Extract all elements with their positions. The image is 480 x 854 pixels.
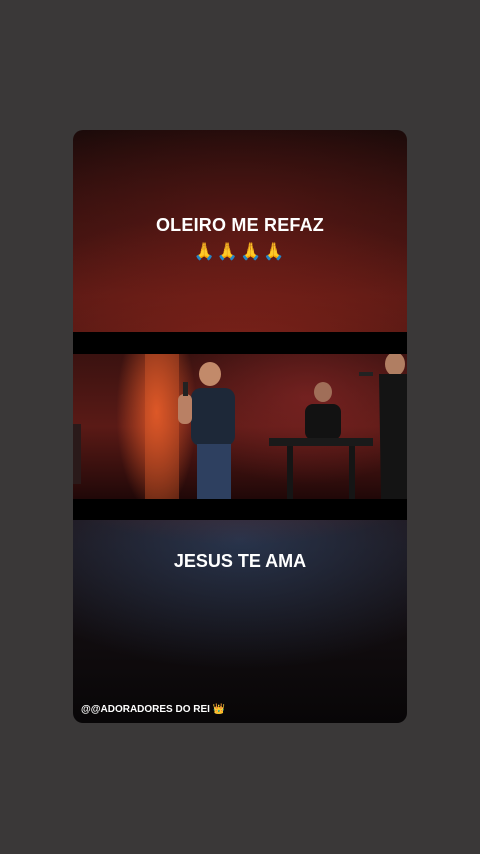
story-card: OLEIRO ME REFAZ 🙏🙏🙏🙏 JESUS TE AMA @@ADOR… bbox=[73, 130, 407, 723]
stage-scene bbox=[73, 354, 407, 499]
credit-label[interactable]: @@ADORADORES DO REI 👑 bbox=[81, 704, 225, 715]
video-frame bbox=[73, 354, 407, 499]
left-figure bbox=[73, 424, 81, 484]
video-clip[interactable] bbox=[73, 332, 407, 520]
stage-light bbox=[145, 354, 179, 499]
story-top-title: OLEIRO ME REFAZ bbox=[155, 215, 324, 235]
praying-hands-emojis: 🙏🙏🙏🙏 bbox=[193, 242, 287, 261]
story-bottom-title: JESUS TE AMA bbox=[173, 551, 307, 571]
female-singer-figure bbox=[359, 354, 407, 499]
singer-figure bbox=[178, 362, 235, 499]
keyboard-player-figure bbox=[269, 382, 373, 499]
